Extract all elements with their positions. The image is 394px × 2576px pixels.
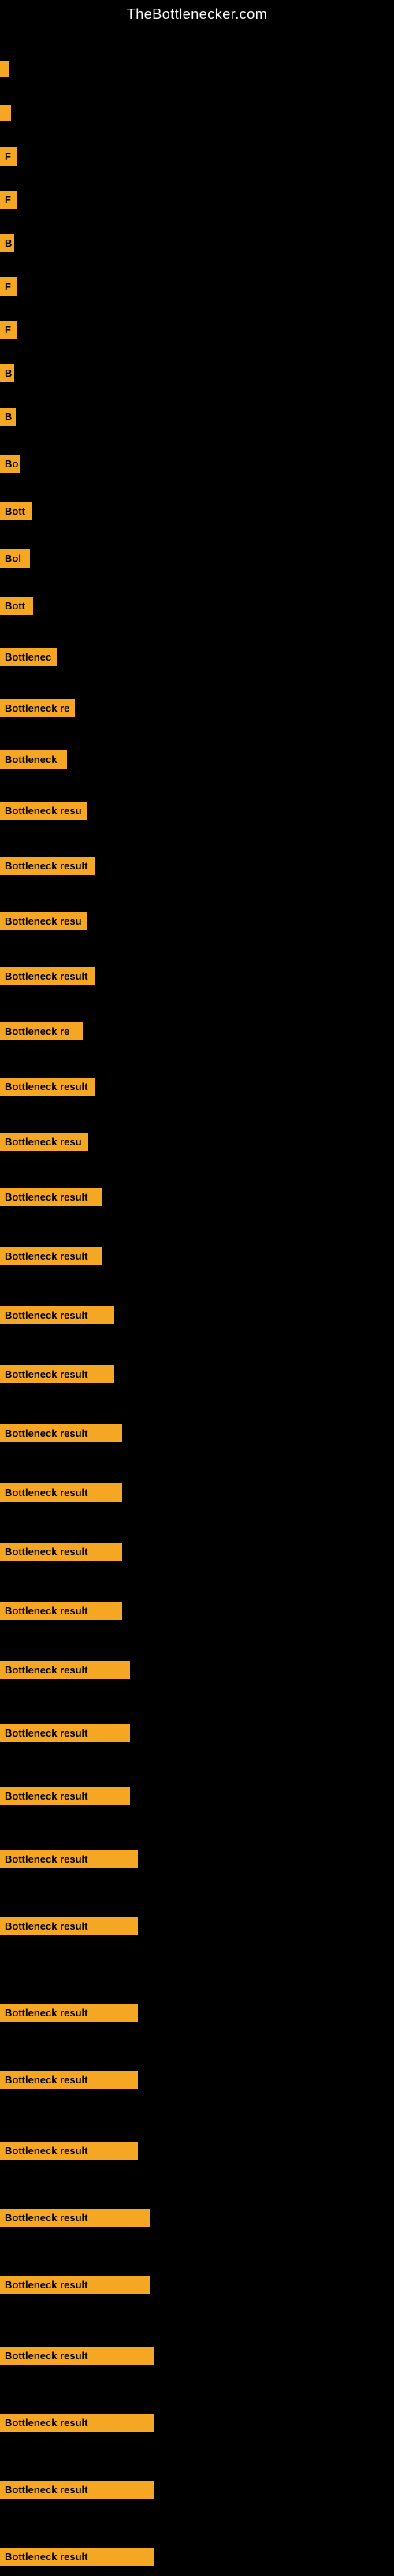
bar-label: Bottleneck result [0,1078,95,1096]
bar-label: Bottleneck result [0,1424,122,1442]
bar-label: Bol [0,549,30,568]
bar-label: Bottleneck result [0,1724,130,1742]
site-title: TheBottlenecker.com [0,0,394,26]
bar-item: Bottleneck resu [0,791,87,830]
bar-label: Bottleneck [0,750,67,769]
bar-label: Bottleneck result [0,1602,122,1620]
bar-item: Bott [0,586,33,625]
bar-label: Bottleneck result [0,967,95,985]
bar-label: Bott [0,502,32,520]
bar-item: Bottleneck result [0,1993,138,2032]
bar-item: Bottleneck result [0,2060,138,2099]
bar-item: F [0,136,17,176]
bar-label: Bottleneck re [0,1022,83,1040]
bar-label: Bottleneck resu [0,1133,88,1151]
bar-label: Bottleneck resu [0,802,87,820]
bar-item: Bottleneck result [0,1067,95,1106]
bar-label: Bottleneck result [0,857,95,875]
bar-nub [0,61,9,77]
bar-item: Bottleneck result [0,1650,130,1689]
bar-item: Bottleneck result [0,1295,114,1335]
bar-item: Bott [0,491,32,530]
bar-item: Bol [0,538,30,578]
bar-item [0,93,11,132]
bar-label: Bottleneck result [0,2276,150,2294]
bar-item: Bottleneck result [0,1776,130,1815]
bar-nub [0,105,11,121]
bar-item: Bottleneck result [0,1472,122,1512]
bar-item: B [0,223,14,262]
bar-item: Bottleneck resu [0,901,87,940]
bar-label: Bottleneck result [0,2071,138,2089]
bar-label: Bottleneck result [0,1306,114,1324]
bar-item: B [0,396,16,436]
bar-label: Bottleneck re [0,699,75,717]
bar-label: Bottleneck resu [0,912,87,930]
bar-label: Bottleneck result [0,2209,150,2227]
bar-item: Bottleneck re [0,1011,83,1051]
bar-label: Bottleneck result [0,2548,154,2566]
bar-label: Bottleneck result [0,1365,114,1383]
bar-label: Bott [0,597,33,615]
bar-item: Bottleneck result [0,1713,130,1752]
bar-label: Bottleneck result [0,2414,154,2432]
bar-label: Bottlenec [0,648,57,666]
bar-item: Bottleneck result [0,956,95,996]
bar-item: Bottleneck result [0,1413,122,1453]
bar-item: Bottleneck resu [0,1122,88,1161]
bar-label: B [0,234,14,252]
bar-label: Bottleneck result [0,1483,122,1502]
bar-item: Bottleneck result [0,2403,154,2442]
bar-label: F [0,321,17,339]
bar-item: Bottleneck re [0,688,75,728]
bar-item: Bottleneck result [0,2131,138,2170]
bar-item: Bottleneck result [0,2265,150,2304]
bar-item: Bottleneck result [0,2336,154,2375]
bar-item: Bottleneck result [0,2198,150,2237]
bar-label: Bottleneck result [0,1917,138,1935]
bar-item: Bottleneck result [0,1177,102,1216]
bar-item: F [0,310,17,349]
bar-item: Bottleneck result [0,2470,154,2509]
bar-label: Bottleneck result [0,1661,130,1679]
bar-label: B [0,408,16,426]
bar-label: Bottleneck result [0,1850,138,1868]
bar-item: Bottlenec [0,637,57,676]
bar-item: Bottleneck result [0,846,95,885]
bar-label: Bottleneck result [0,2004,138,2022]
bar-label: Bottleneck result [0,1188,102,1206]
bar-item: Bottleneck [0,739,67,779]
bar-label: Bottleneck result [0,2347,154,2365]
bar-label: Bottleneck result [0,1543,122,1561]
bar-item [0,50,9,89]
bar-label: Bottleneck result [0,1247,102,1265]
bar-label: F [0,277,17,296]
bar-label: Bo [0,455,20,473]
bar-label: Bottleneck result [0,2142,138,2160]
bar-item: Bottleneck result [0,2537,154,2576]
bar-item: B [0,353,14,393]
bar-item: F [0,180,17,219]
bar-label: F [0,147,17,166]
bar-item: Bottleneck result [0,1591,122,1630]
bar-item: Bo [0,444,20,483]
bar-item: Bottleneck result [0,1906,138,1945]
bar-item: Bottleneck result [0,1532,122,1571]
bar-item: Bottleneck result [0,1839,138,1878]
bar-item: F [0,266,17,306]
bar-label: F [0,191,17,209]
bar-item: Bottleneck result [0,1236,102,1275]
bar-item: Bottleneck result [0,1354,114,1394]
bar-label: B [0,364,14,382]
chart-area: F F B F F B B Bo Bott Bol Bott Bottlenec Bottleneck … [0,26,394,2517]
bar-label: Bottleneck result [0,2481,154,2499]
bar-label: Bottleneck result [0,1787,130,1805]
